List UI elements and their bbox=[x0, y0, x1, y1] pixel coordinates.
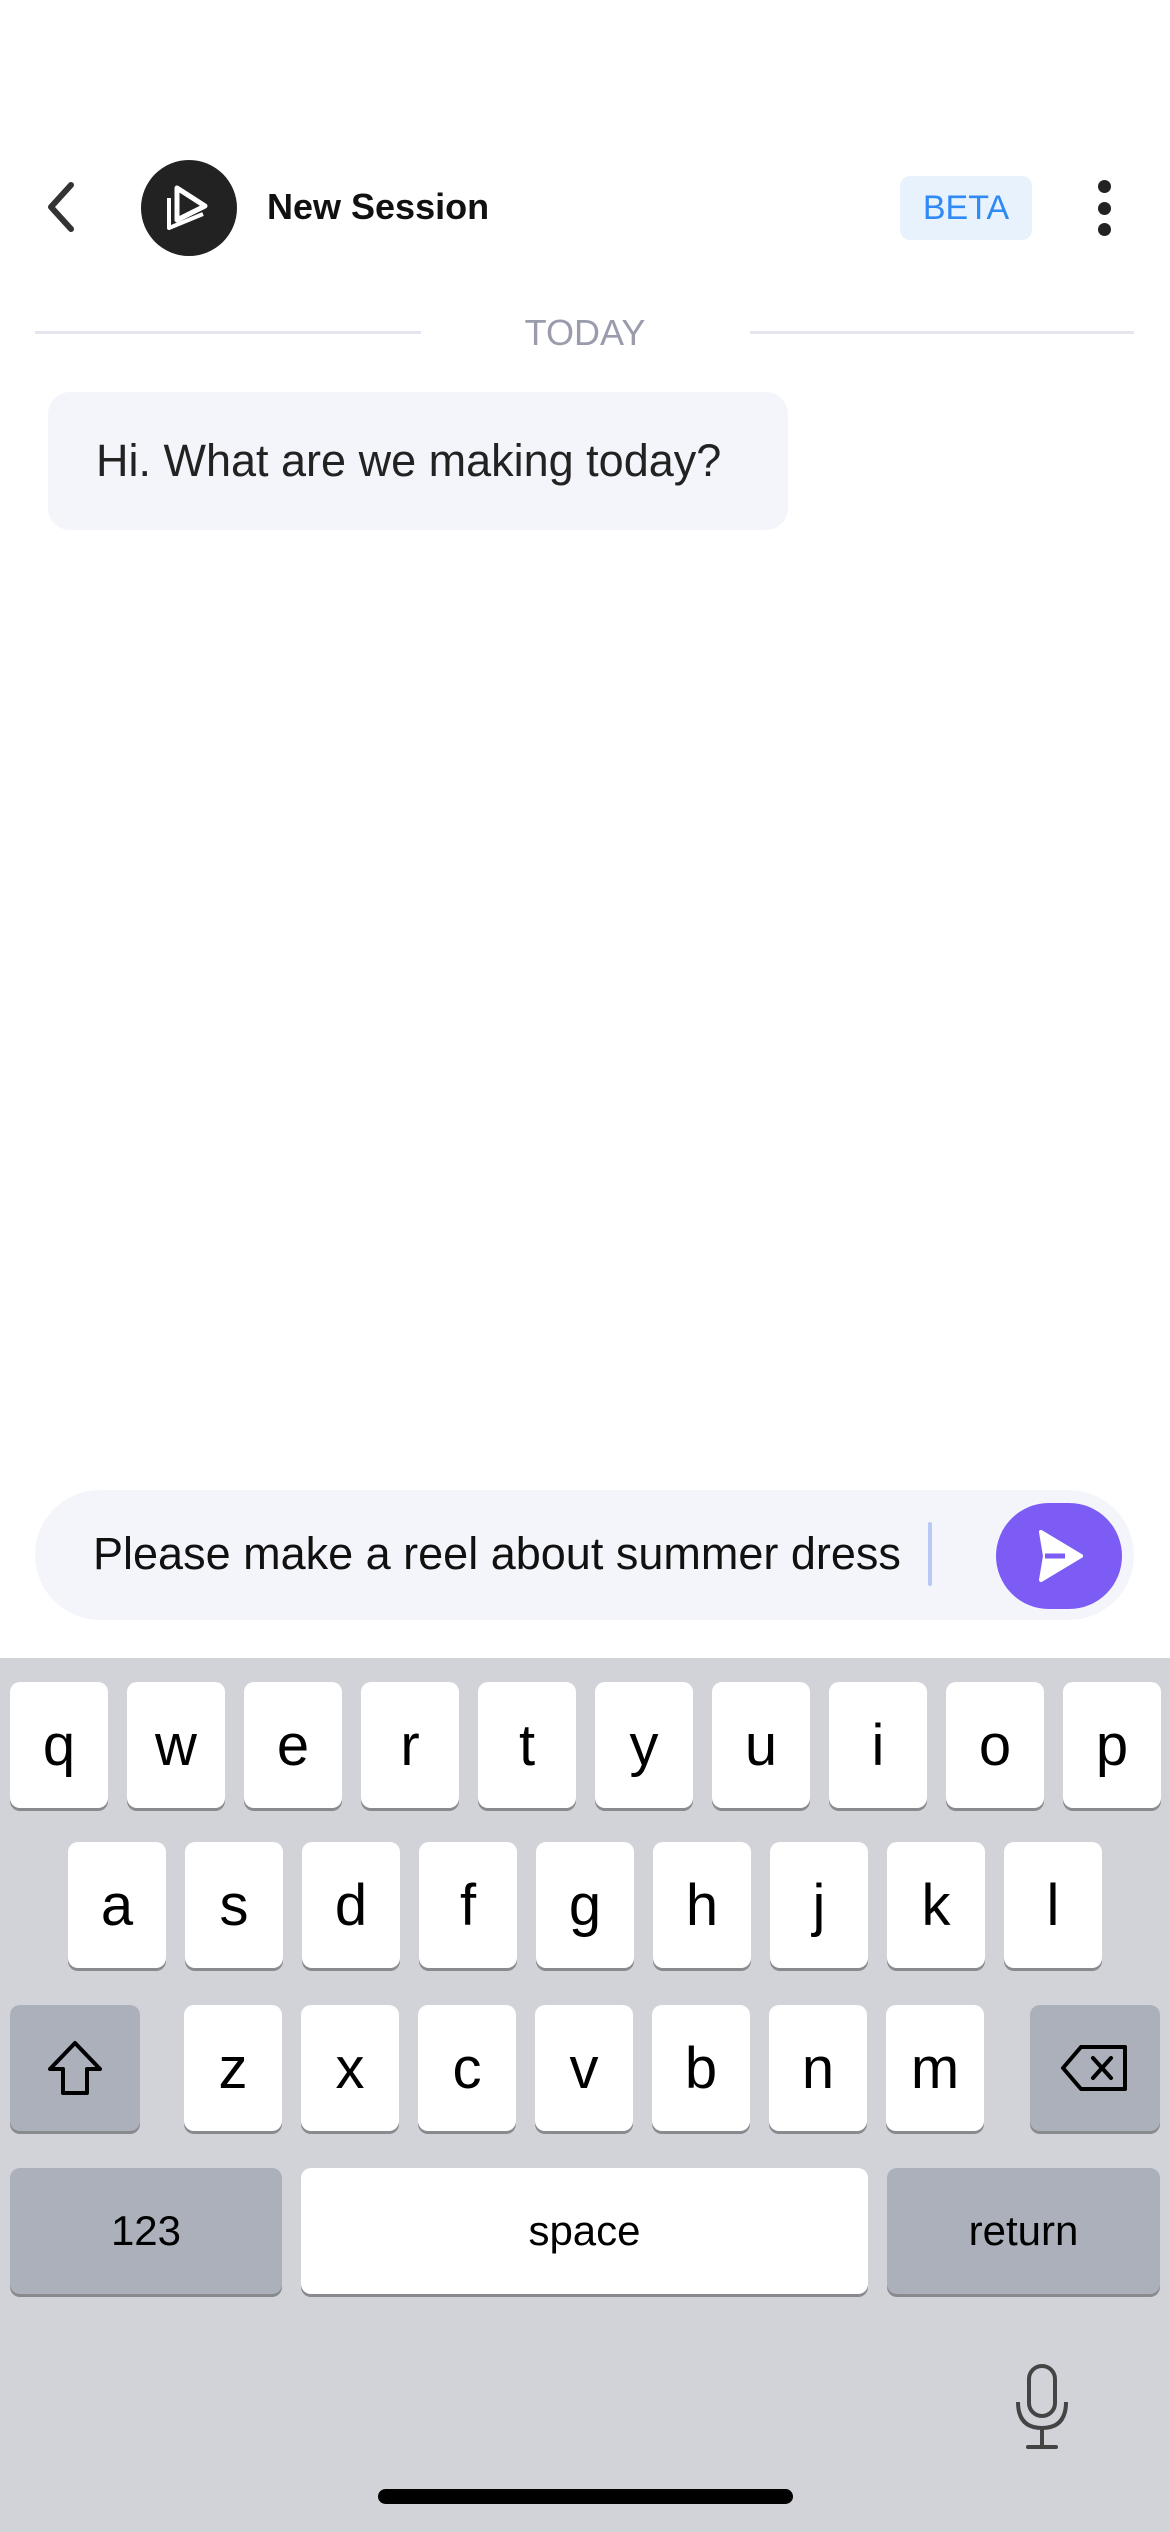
key-e[interactable]: e bbox=[244, 1682, 342, 1808]
shift-icon bbox=[48, 2041, 102, 2095]
key-m[interactable]: m bbox=[886, 2005, 984, 2131]
message-input-text[interactable]: Please make a reel about summer dress bbox=[93, 1528, 901, 1580]
home-indicator bbox=[378, 2489, 793, 2504]
key-v[interactable]: v bbox=[535, 2005, 633, 2131]
back-button[interactable] bbox=[30, 172, 90, 242]
key-h[interactable]: h bbox=[653, 1842, 751, 1968]
key-p[interactable]: p bbox=[1063, 1682, 1161, 1808]
send-icon bbox=[1039, 1530, 1083, 1582]
divider-right bbox=[750, 331, 1134, 334]
key-d[interactable]: d bbox=[302, 1842, 400, 1968]
key-c[interactable]: c bbox=[418, 2005, 516, 2131]
key-a[interactable]: a bbox=[68, 1842, 166, 1968]
key-u[interactable]: u bbox=[712, 1682, 810, 1808]
key-q[interactable]: q bbox=[10, 1682, 108, 1808]
delete-key[interactable] bbox=[1030, 2005, 1160, 2131]
key-x[interactable]: x bbox=[301, 2005, 399, 2131]
beta-badge: BETA bbox=[900, 176, 1032, 240]
message-text: Hi. What are we making today? bbox=[96, 435, 722, 486]
key-l[interactable]: l bbox=[1004, 1842, 1102, 1968]
logo-icon bbox=[167, 185, 208, 230]
key-w[interactable]: w bbox=[127, 1682, 225, 1808]
app-logo bbox=[141, 160, 237, 256]
space-key[interactable]: space bbox=[301, 2168, 868, 2294]
key-g[interactable]: g bbox=[536, 1842, 634, 1968]
return-key[interactable]: return bbox=[887, 2168, 1160, 2294]
key-y[interactable]: y bbox=[595, 1682, 693, 1808]
key-i[interactable]: i bbox=[829, 1682, 927, 1808]
page-title: New Session bbox=[267, 186, 490, 227]
divider-left bbox=[35, 331, 421, 334]
key-t[interactable]: t bbox=[478, 1682, 576, 1808]
numbers-key[interactable]: 123 bbox=[10, 2168, 282, 2294]
microphone-icon[interactable] bbox=[1012, 2362, 1072, 2452]
assistant-message: Hi. What are we making today? bbox=[48, 392, 788, 530]
key-r[interactable]: r bbox=[361, 1682, 459, 1808]
text-caret bbox=[928, 1522, 932, 1586]
key-o[interactable]: o bbox=[946, 1682, 1044, 1808]
key-j[interactable]: j bbox=[770, 1842, 868, 1968]
key-k[interactable]: k bbox=[887, 1842, 985, 1968]
more-vertical-icon[interactable] bbox=[1084, 176, 1124, 240]
backspace-icon bbox=[1061, 2045, 1127, 2091]
key-f[interactable]: f bbox=[419, 1842, 517, 1968]
chevron-left-icon bbox=[48, 182, 74, 232]
send-button[interactable] bbox=[996, 1503, 1122, 1609]
shift-key[interactable] bbox=[10, 2005, 140, 2131]
key-n[interactable]: n bbox=[769, 2005, 867, 2131]
key-s[interactable]: s bbox=[185, 1842, 283, 1968]
key-z[interactable]: z bbox=[184, 2005, 282, 2131]
key-b[interactable]: b bbox=[652, 2005, 750, 2131]
date-divider: TODAY bbox=[524, 312, 646, 353]
